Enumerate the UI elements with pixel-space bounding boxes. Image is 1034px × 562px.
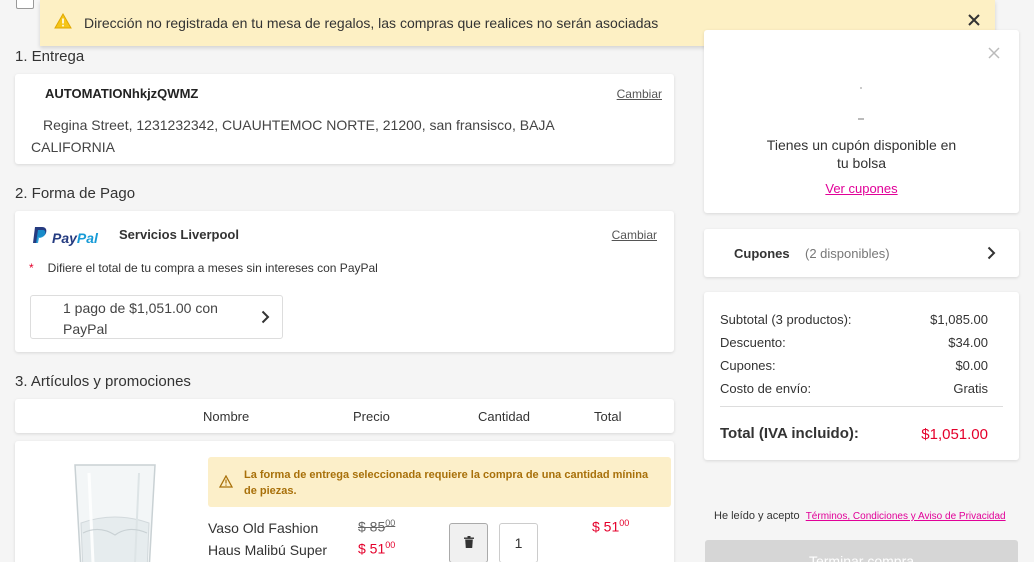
price-dec: 00 [385, 540, 396, 550]
installments-note: * Difiere el total de tu compra a meses s… [29, 261, 378, 275]
delivery-section-title: 1. Entrega [15, 48, 85, 65]
order-summary: Subtotal (3 productos): $1,085.00 Descuen… [704, 292, 1019, 460]
summary-rows: Subtotal (3 productos): $1,085.00 Descuen… [720, 312, 988, 404]
delivery-card: AUTOMATIONhkjzQWMZ Cambiar Regina Street… [15, 74, 674, 164]
product-price: $ 5100 [358, 540, 395, 557]
total-int: $ 51 [592, 518, 620, 535]
trash-icon [463, 535, 474, 551]
close-icon[interactable] [988, 46, 1000, 64]
quantity-input[interactable]: 1 [499, 523, 538, 562]
price-int: $ 51 [358, 540, 386, 557]
product-old-price: $ 8500 [358, 518, 395, 535]
payment-method-name: Servicios Liverpool [119, 227, 239, 242]
summary-value: $1,085.00 [930, 312, 988, 327]
summary-row: Costo de envío: Gratis [720, 381, 988, 396]
coupons-row[interactable]: Cupones (2 disponibles) [704, 229, 1019, 277]
product-name[interactable]: Vaso Old Fashion Haus Malibú Super [208, 517, 348, 561]
old-price-dec: 00 [385, 518, 396, 528]
select-checkbox[interactable] [16, 0, 34, 9]
installments-note-text: Difiere el total de tu compra a meses si… [47, 261, 378, 275]
header-quantity: Cantidad [478, 409, 531, 424]
header-price: Precio [353, 409, 390, 424]
items-section-title: 3. Artículos y promociones [15, 373, 191, 390]
summary-label: Costo de envío: [720, 381, 812, 396]
summary-label: Descuento: [720, 335, 786, 350]
payment-card: Pay Pal Servicios Liverpool Cambiar * Difi… [15, 211, 674, 352]
change-address-link[interactable]: Cambiar [617, 87, 662, 101]
coupons-label: Cupones [734, 246, 790, 261]
chevron-right-icon [987, 246, 996, 265]
summary-value: $0.00 [955, 358, 988, 373]
total-dec: 00 [619, 518, 630, 528]
product-image [69, 463, 161, 562]
summary-divider [720, 406, 1003, 407]
summary-row: Subtotal (3 productos): $1,085.00 [720, 312, 988, 327]
header-total: Total [594, 409, 622, 424]
view-coupons-link[interactable]: Ver cupones [704, 181, 1019, 196]
checkout-button-label: Terminar compra [808, 553, 915, 562]
min-quantity-warning: La forma de entrega seleccionada requier… [208, 457, 671, 507]
summary-value: Gratis [953, 381, 988, 396]
installment-option-button[interactable]: 1 pago de $1,051.00 con PayPal [30, 295, 283, 339]
terms-link[interactable]: Términos, Condiciones y Aviso de Privaci… [806, 511, 1006, 522]
header-name: Nombre [203, 409, 250, 424]
checkout-button[interactable]: Terminar compra [705, 540, 1018, 562]
coupon-image [858, 86, 864, 127]
total-value: $1,051.00 [921, 426, 988, 443]
min-quantity-warning-text: La forma de entrega seleccionada requier… [244, 469, 649, 497]
summary-label: Subtotal (3 productos): [720, 312, 852, 327]
paypal-p-icon [32, 226, 48, 249]
terms-line: He leído y acepto Términos, Condiciones … [714, 510, 1006, 522]
installment-label: 1 pago de $1,051.00 con PayPal [63, 300, 218, 337]
payment-section-title: 2. Forma de Pago [15, 185, 136, 202]
recipient-name: AUTOMATIONhkjzQWMZ [45, 86, 199, 101]
terms-prefix: He leído y acepto [714, 510, 800, 522]
old-price-int: $ 85 [358, 518, 386, 535]
product-row: La forma de entrega seleccionada requier… [15, 441, 674, 562]
paypal-text-pay: Pay [52, 229, 77, 246]
coupon-available-card: Tienes un cupón disponible en tu bolsa V… [704, 30, 1019, 213]
summary-value: $34.00 [948, 335, 988, 350]
close-icon[interactable] [967, 13, 981, 30]
coupon-message: Tienes un cupón disponible en tu bolsa [766, 137, 957, 171]
change-payment-link[interactable]: Cambiar [612, 228, 657, 242]
items-table-header: Nombre Precio Cantidad Total [15, 399, 674, 433]
delivery-address: Regina Street, 1231232342, CUAUHTEMOC NO… [31, 117, 554, 155]
total-label: Total (IVA incluido): [720, 425, 859, 442]
product-total: $ 5100 [592, 518, 629, 535]
warning-icon [54, 12, 72, 32]
banner-message: Dirección no registrada en tu mesa de re… [84, 15, 659, 31]
warning-icon [218, 474, 234, 493]
summary-row: Descuento: $34.00 [720, 335, 988, 350]
delete-item-button[interactable] [449, 523, 488, 562]
coupons-count: (2 disponibles) [805, 246, 890, 261]
paypal-logo: Pay Pal [32, 226, 98, 249]
chevron-right-icon [261, 310, 270, 329]
summary-label: Cupones: [720, 358, 776, 373]
required-asterisk: * [29, 261, 34, 275]
paypal-text-pal: Pal [76, 229, 98, 246]
summary-row: Cupones: $0.00 [720, 358, 988, 373]
